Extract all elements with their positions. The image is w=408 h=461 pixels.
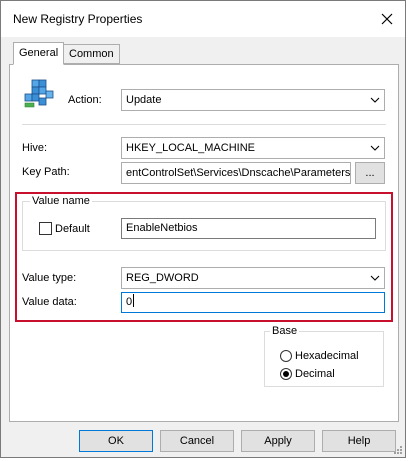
registry-properties-dialog: New Registry Properties General Common A… [0, 0, 406, 458]
action-dropdown[interactable]: Update [121, 89, 385, 111]
hive-label: Hive: [22, 142, 48, 154]
base-group-label: Base [270, 325, 300, 337]
highlight-box [15, 192, 393, 322]
radio-decimal-label: Decimal [295, 368, 335, 380]
title-bar[interactable]: New Registry Properties [1, 1, 405, 37]
resize-grip-icon[interactable] [393, 445, 403, 455]
cancel-button-label: Cancel [179, 435, 215, 447]
hive-dropdown[interactable]: HKEY_LOCAL_MACHINE [121, 137, 385, 159]
key-path-input[interactable]: entControlSet\Services\Dnscache\Paramete… [121, 162, 351, 184]
divider [22, 124, 386, 125]
browse-label: ... [365, 167, 375, 179]
hive-value: HKEY_LOCAL_MACHINE [126, 142, 255, 154]
close-icon [381, 13, 393, 25]
window-title: New Registry Properties [13, 12, 143, 26]
apply-button-label: Apply [264, 435, 292, 447]
radio-hexadecimal[interactable] [280, 350, 292, 362]
action-label: Action: [68, 94, 102, 106]
action-value: Update [126, 94, 162, 106]
tab-general[interactable]: General [13, 42, 65, 65]
tab-general-label: General [19, 47, 59, 59]
tab-common-label: Common [69, 48, 114, 60]
ok-button-label: OK [108, 435, 124, 447]
dialog-button-bar: OK Cancel Apply Help [1, 423, 405, 457]
registry-icon [24, 79, 54, 108]
chevron-down-icon [369, 90, 381, 110]
radio-hexadecimal-label: Hexadecimal [295, 350, 359, 362]
help-button[interactable]: Help [322, 430, 396, 452]
cancel-button[interactable]: Cancel [160, 430, 234, 452]
close-button[interactable] [373, 7, 401, 31]
apply-button[interactable]: Apply [241, 430, 315, 452]
chevron-down-icon [369, 138, 381, 158]
help-button-label: Help [347, 435, 371, 447]
key-path-value: entControlSet\Services\Dnscache\Paramete… [126, 167, 351, 179]
tab-common[interactable]: Common [63, 44, 120, 64]
ok-button[interactable]: OK [79, 430, 153, 452]
key-path-label: Key Path: [22, 166, 70, 178]
browse-key-path-button[interactable]: ... [355, 162, 385, 184]
radio-decimal[interactable] [280, 368, 292, 380]
